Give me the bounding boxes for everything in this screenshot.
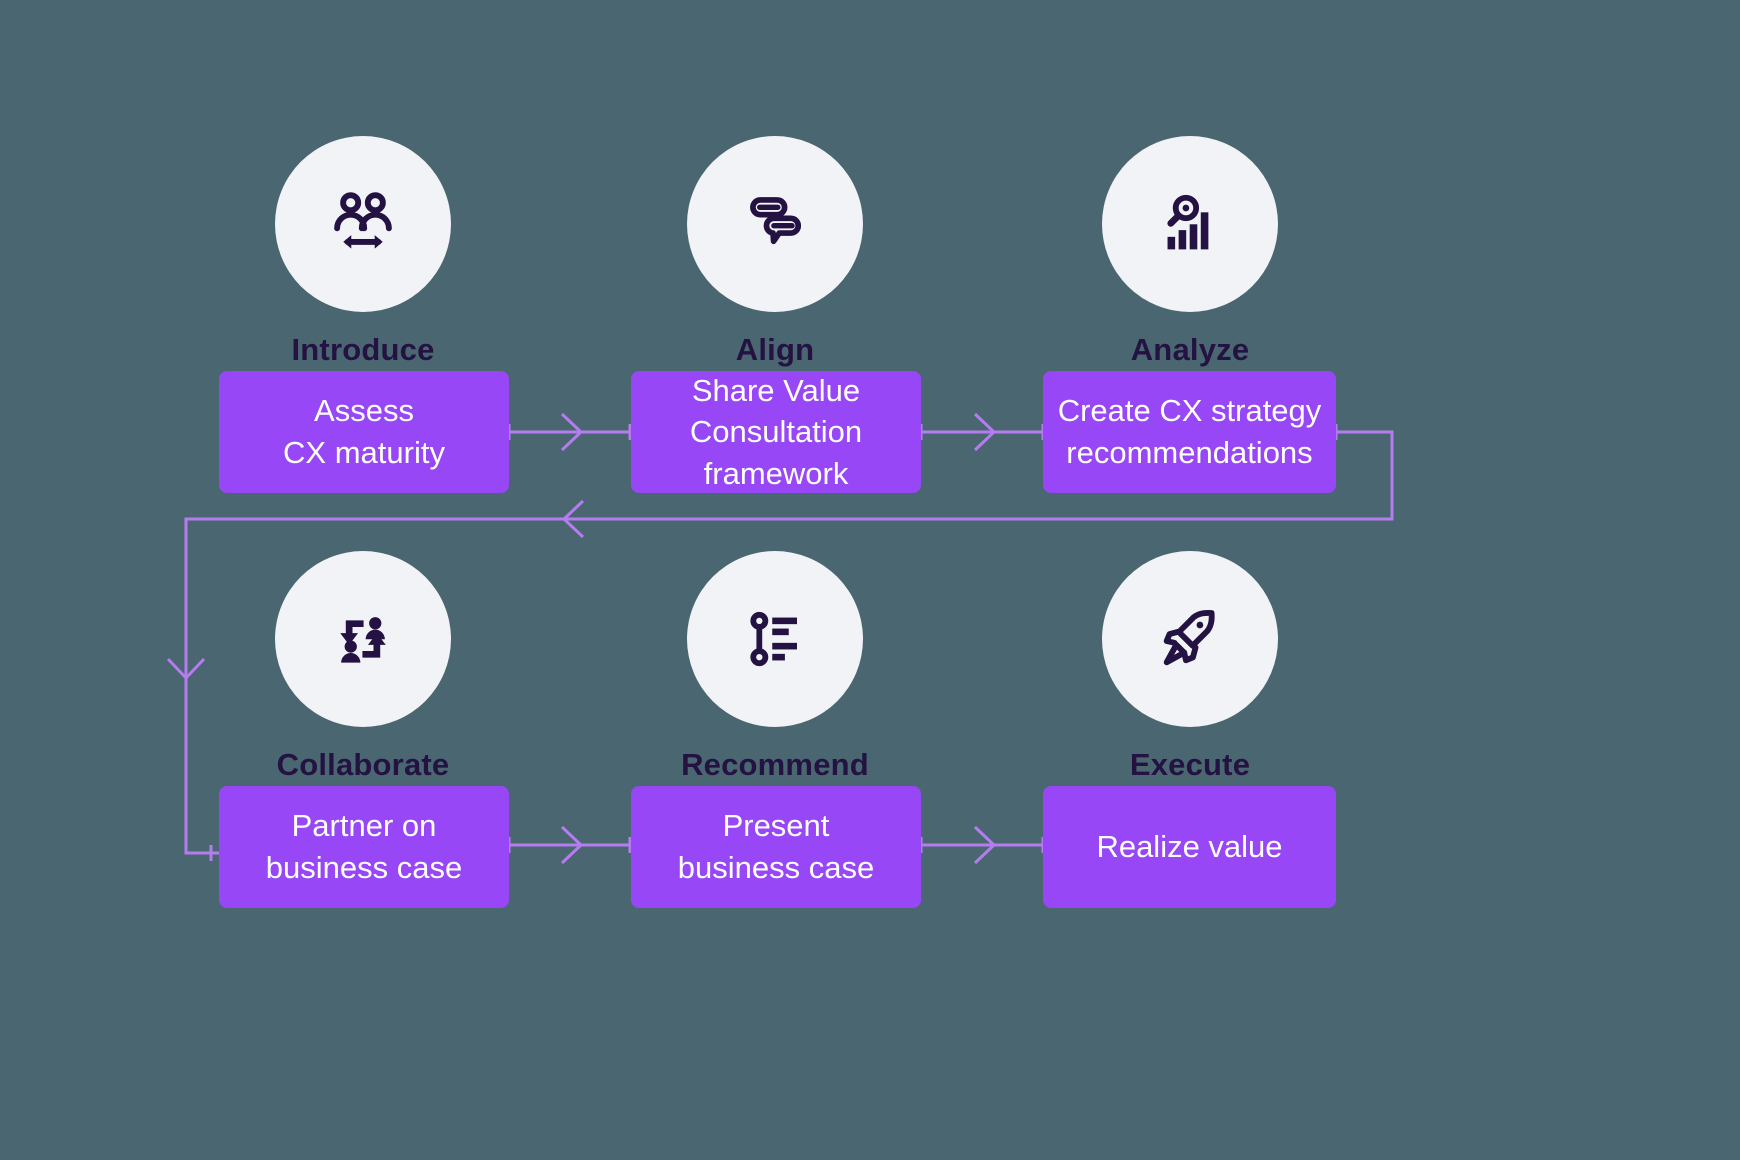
connector-align-to-analyze (919, 412, 1045, 452)
magnifier-bar-chart-icon (1167, 194, 1209, 250)
step-label-collaborate: Collaborate (276, 747, 450, 782)
connector-introduce-to-align (507, 412, 632, 452)
step-execute[interactable]: Execute (1080, 551, 1300, 780)
action-text-analyze: Create CX strategy recommendations (1057, 393, 1322, 470)
step-analyze[interactable]: Analyze (1080, 136, 1300, 365)
recommend-icon-circle (687, 551, 863, 727)
step-label-recommend: Recommend (681, 747, 869, 782)
step-introduce[interactable]: Introduce (253, 136, 473, 365)
timeline-list-icon (750, 611, 797, 667)
step-collaborate[interactable]: Collaborate (253, 551, 473, 780)
action-box-collaborate[interactable]: Partner on business case (219, 786, 509, 908)
align-icon-circle (687, 136, 863, 312)
collaborate-icon-circle (275, 551, 451, 727)
action-text-recommend: Present business case (677, 808, 875, 885)
action-box-recommend[interactable]: Present business case (631, 786, 921, 908)
action-box-introduce[interactable]: Assess CX maturity (219, 371, 509, 493)
analyze-icon-circle (1102, 136, 1278, 312)
action-box-execute[interactable]: Realize value (1043, 786, 1336, 908)
step-recommend[interactable]: Recommend (665, 551, 885, 780)
step-label-execute: Execute (1129, 747, 1251, 782)
diagram-canvas: Introduce Align Analyze Assess CX maturi… (0, 0, 1740, 1160)
action-text-align: Share Value Consultation framework (689, 372, 863, 491)
execute-icon-circle (1102, 551, 1278, 727)
connector-collaborate-to-recommend (507, 825, 632, 865)
people-cycle-icon (340, 617, 386, 663)
connector-recommend-to-execute (919, 825, 1045, 865)
action-box-align[interactable]: Share Value Consultation framework (631, 371, 921, 493)
step-label-align: Align (735, 332, 815, 367)
action-text-collaborate: Partner on business case (265, 808, 463, 885)
step-label-analyze: Analyze (1130, 332, 1250, 367)
speech-bubbles-icon (750, 197, 801, 245)
action-text-execute: Realize value (1096, 829, 1283, 865)
action-box-analyze[interactable]: Create CX strategy recommendations (1043, 371, 1336, 493)
rocket-icon (1163, 609, 1215, 666)
step-align[interactable]: Align (665, 136, 885, 365)
people-exchange-icon (334, 192, 392, 249)
introduce-icon-circle (275, 136, 451, 312)
action-text-introduce: Assess CX maturity (283, 393, 445, 470)
step-label-introduce: Introduce (291, 332, 435, 367)
